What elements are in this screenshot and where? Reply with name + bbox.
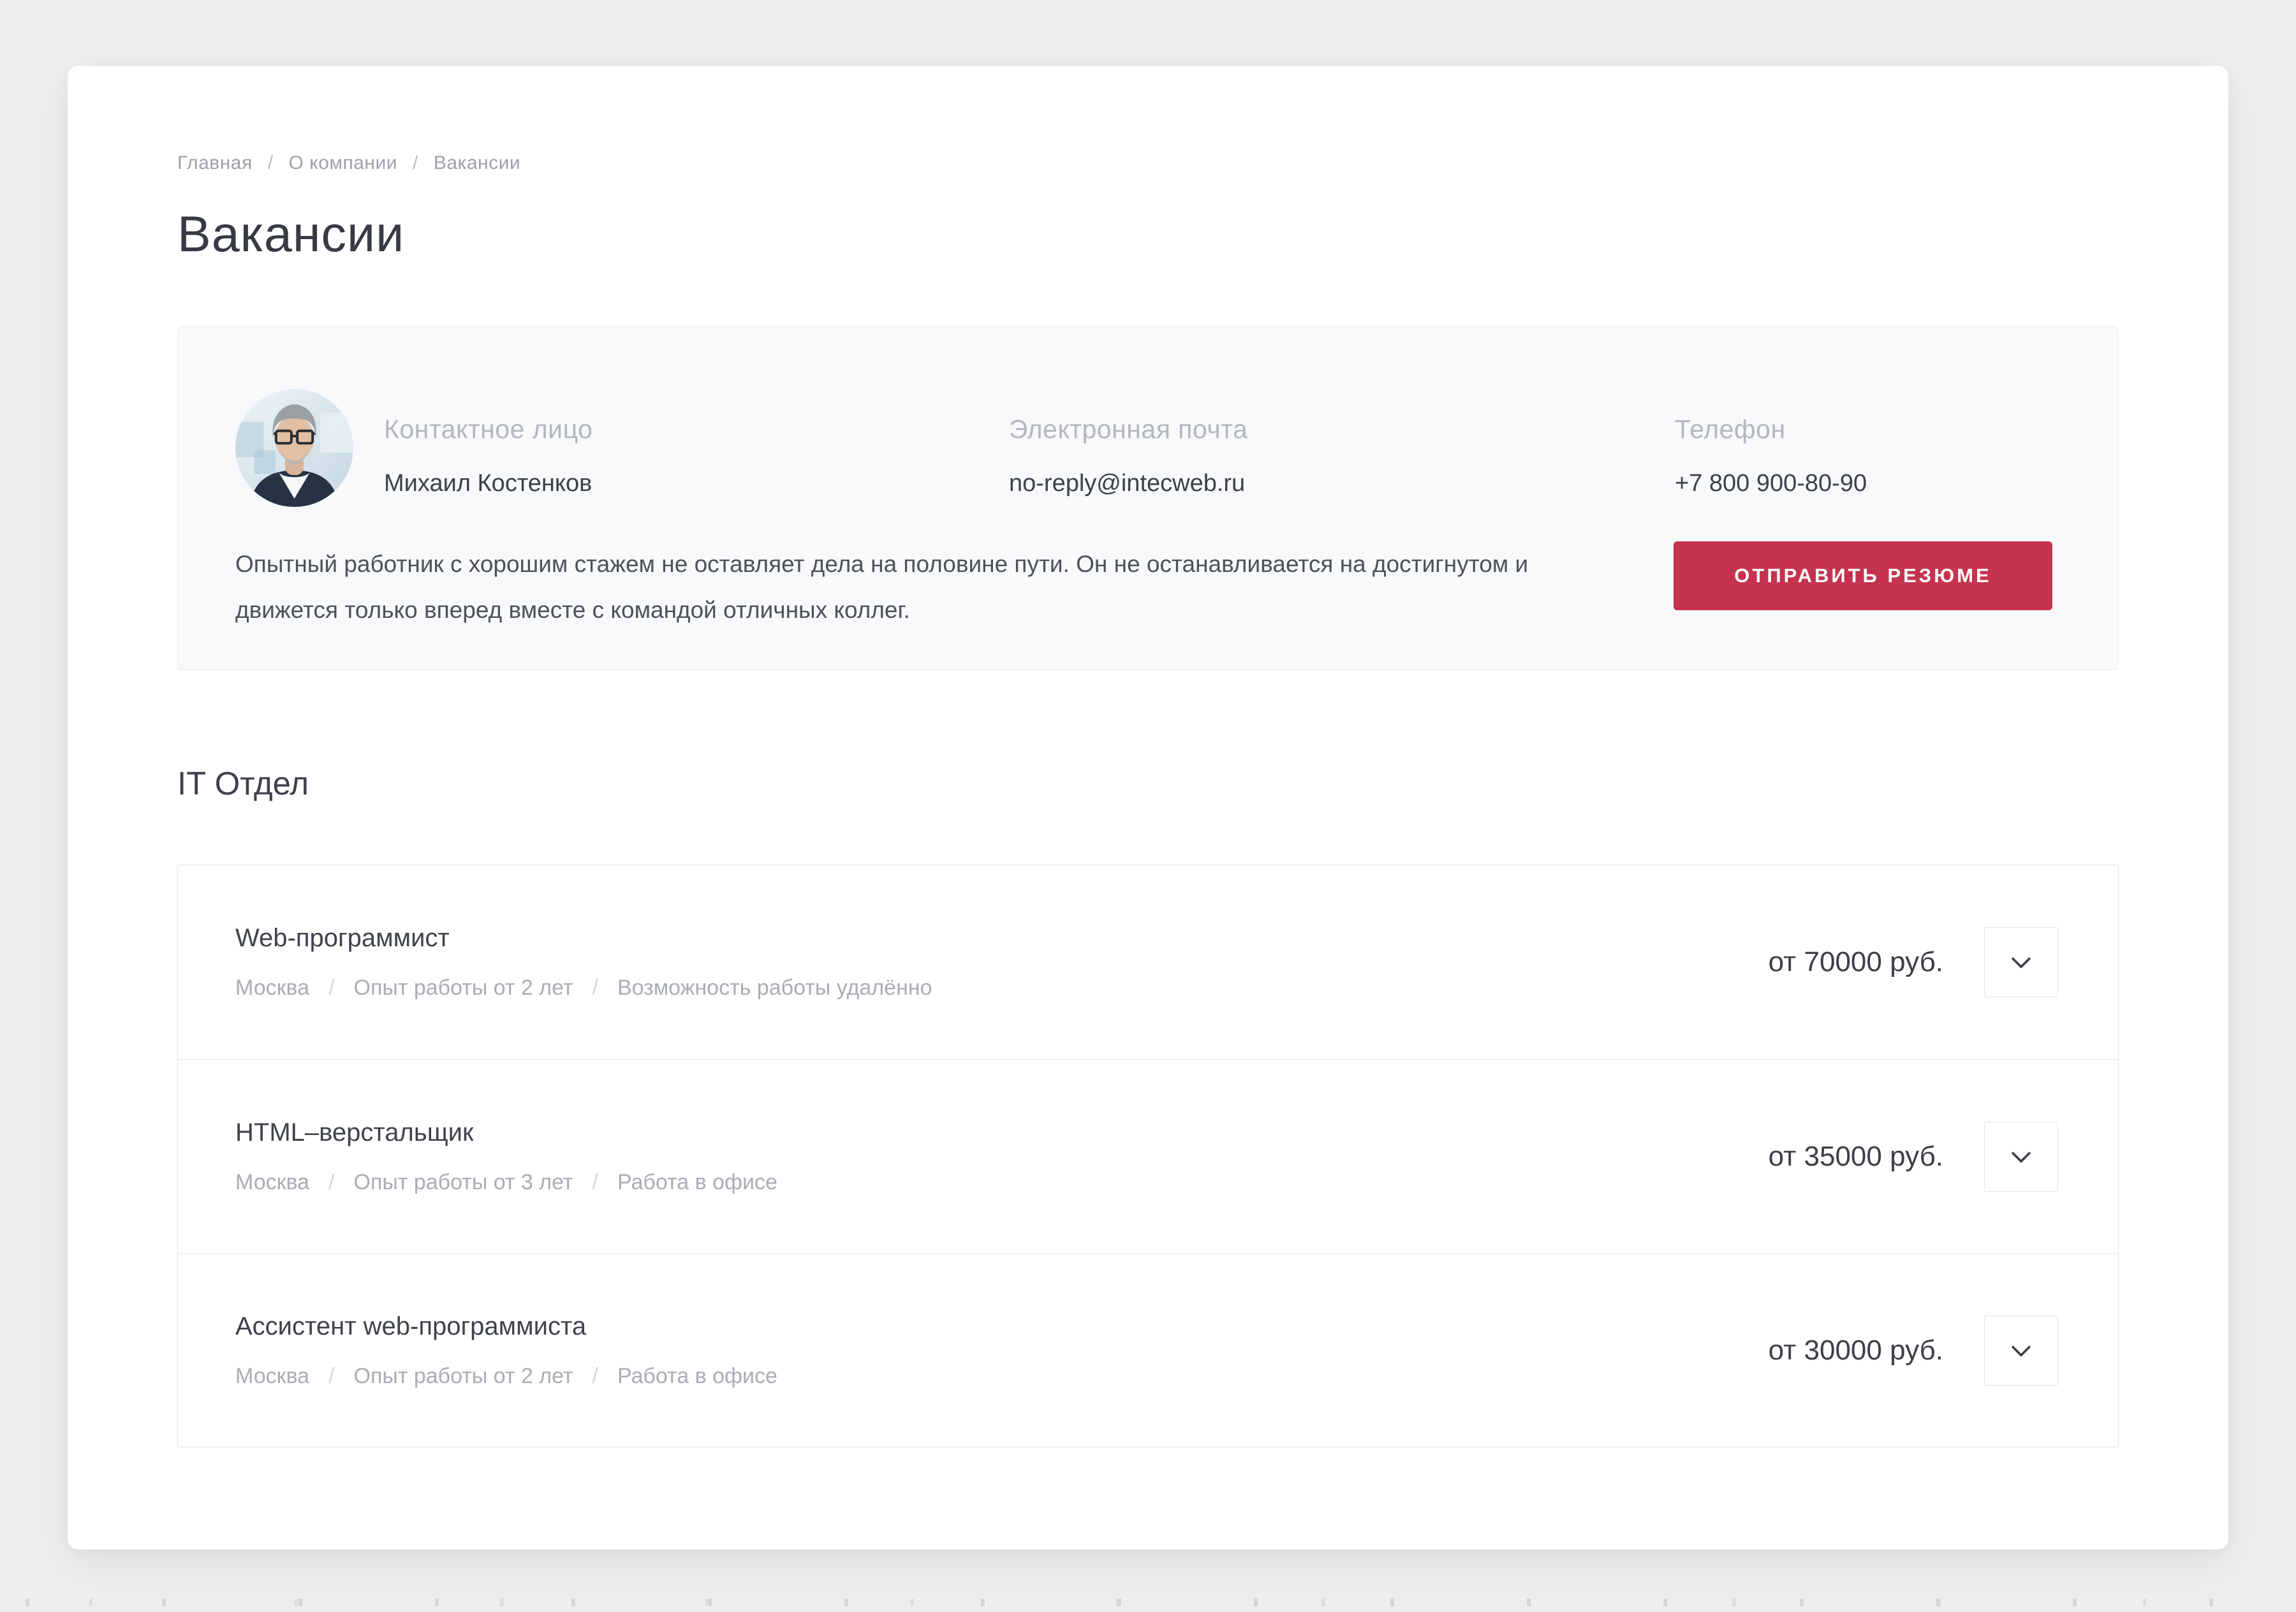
contact-email-label: Электронная почта: [1009, 414, 1675, 444]
vacancy-meta-location: Возможность работы удалённо: [617, 976, 932, 1000]
contact-person-name: Михаил Костенков: [384, 470, 1009, 497]
vacancy-info: Ассистент web-программиста Москва / Опыт…: [235, 1312, 777, 1389]
meta-separator: /: [328, 976, 334, 1000]
expand-vacancy-button[interactable]: [1984, 1122, 2058, 1192]
vacancy-salary-block: от 70000 руб.: [1769, 927, 2058, 997]
vacancy-info: Web-программист Москва / Опыт работы от …: [235, 924, 932, 1000]
vacancy-row-web-programmer[interactable]: Web-программист Москва / Опыт работы от …: [178, 865, 2118, 1059]
content-card: Главная / О компании / Вакансии Вакансии: [68, 66, 2228, 1550]
vacancy-list: Web-программист Москва / Опыт работы от …: [177, 865, 2119, 1447]
vacancy-meta: Москва / Опыт работы от 3 лет / Работа в…: [235, 1170, 777, 1195]
meta-separator: /: [592, 1170, 598, 1195]
meta-separator: /: [328, 1364, 334, 1389]
vacancy-meta-experience: Опыт работы от 2 лет: [354, 1364, 573, 1389]
chevron-down-icon: [2007, 948, 2035, 976]
expand-vacancy-button[interactable]: [1984, 1315, 2058, 1386]
contact-phone-value[interactable]: +7 800 900-80-90: [1675, 470, 2061, 497]
page-title: Вакансии: [177, 205, 2119, 263]
contact-panel: Контактное лицо Михаил Костенков Электро…: [177, 326, 2119, 670]
vacancy-salary: от 70000 руб.: [1769, 946, 1943, 978]
breadcrumb-separator: /: [413, 152, 418, 174]
breadcrumb: Главная / О компании / Вакансии: [177, 152, 2119, 174]
cut-off-footer-text: [26, 1599, 2270, 1606]
vacancy-meta: Москва / Опыт работы от 2 лет / Возможно…: [235, 976, 932, 1000]
vacancy-meta: Москва / Опыт работы от 2 лет / Работа в…: [235, 1364, 777, 1389]
contact-email-block: Электронная почта no-reply@intecweb.ru: [1009, 389, 1675, 497]
contact-description-row: Опытный работник с хорошим стажем не ост…: [178, 541, 2118, 633]
vacancy-meta-location: Работа в офисе: [617, 1364, 777, 1389]
contact-person-label: Контактное лицо: [384, 414, 1009, 444]
vacancy-salary-block: от 30000 руб.: [1769, 1315, 2058, 1386]
vacancy-meta-city: Москва: [235, 1170, 309, 1195]
vacancy-title: Ассистент web-программиста: [235, 1312, 777, 1341]
contact-email-value[interactable]: no-reply@intecweb.ru: [1009, 470, 1675, 497]
chevron-down-icon: [2007, 1143, 2035, 1171]
section-heading-it-department: IT Отдел: [177, 765, 2119, 802]
vacancy-info: HTML–верстальщик Москва / Опыт работы от…: [235, 1118, 777, 1195]
vacancy-meta-experience: Опыт работы от 3 лет: [354, 1170, 573, 1195]
contact-person-block: Контактное лицо Михаил Костенков: [384, 389, 1009, 497]
vacancy-meta-city: Москва: [235, 976, 309, 1000]
meta-separator: /: [328, 1170, 334, 1195]
vacancy-salary: от 30000 руб.: [1769, 1335, 1943, 1367]
breadcrumb-link-home[interactable]: Главная: [177, 152, 253, 174]
vacancy-salary-block: от 35000 руб.: [1769, 1122, 2058, 1192]
contact-description: Опытный работник с хорошим стажем не ост…: [235, 541, 1629, 633]
contact-phone-label: Телефон: [1675, 414, 2061, 444]
vacancy-meta-city: Москва: [235, 1364, 309, 1389]
vacancy-meta-experience: Опыт работы от 2 лет: [354, 976, 573, 1000]
meta-separator: /: [592, 1364, 598, 1389]
avatar: [235, 389, 353, 507]
send-resume-button[interactable]: ОТПРАВИТЬ РЕЗЮМЕ: [1674, 541, 2052, 610]
breadcrumb-link-about-company[interactable]: О компании: [289, 152, 397, 174]
expand-vacancy-button[interactable]: [1984, 927, 2058, 997]
breadcrumb-separator: /: [268, 152, 274, 174]
vacancy-title: Web-программист: [235, 924, 932, 953]
contact-phone-block: Телефон +7 800 900-80-90: [1675, 389, 2061, 497]
breadcrumb-current-page: Вакансии: [434, 152, 520, 174]
chevron-down-icon: [2007, 1337, 2035, 1365]
vacancy-meta-location: Работа в офисе: [617, 1170, 777, 1195]
vacancy-title: HTML–верстальщик: [235, 1118, 777, 1147]
vacancy-salary: от 35000 руб.: [1769, 1141, 1943, 1173]
meta-separator: /: [592, 976, 598, 1000]
vacancy-row-html-coder[interactable]: HTML–верстальщик Москва / Опыт работы от…: [178, 1059, 2118, 1253]
vacancy-row-assistant-web-programmer[interactable]: Ассистент web-программиста Москва / Опыт…: [178, 1253, 2118, 1447]
contact-info-row: Контактное лицо Михаил Костенков Электро…: [178, 326, 2118, 507]
